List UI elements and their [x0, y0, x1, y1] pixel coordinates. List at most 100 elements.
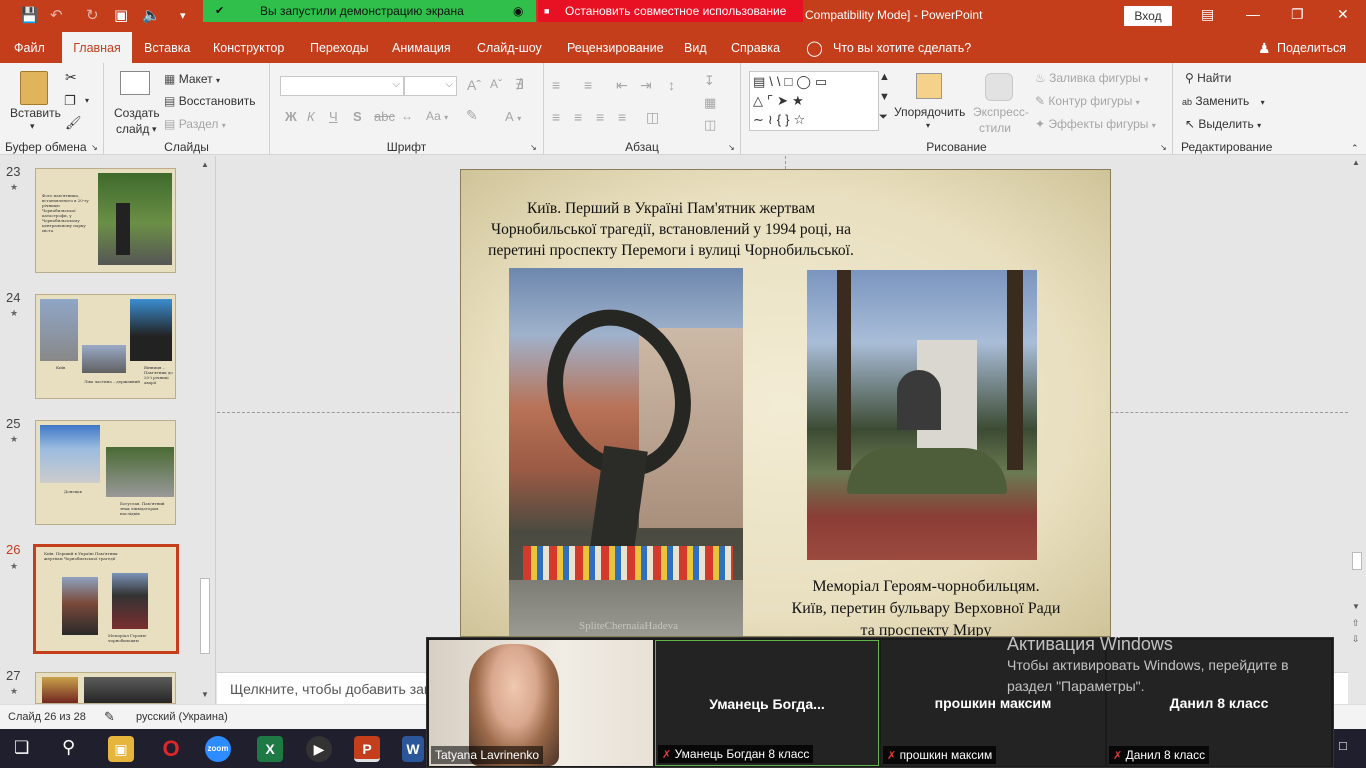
arrange-icon[interactable] — [916, 73, 942, 99]
bold-button[interactable]: Ж — [285, 109, 297, 124]
font-launcher-icon[interactable]: ↘ — [530, 143, 537, 152]
excel-icon[interactable]: X — [257, 736, 283, 762]
shapes-gallery[interactable]: ▤\\□◯▭ △⌜➤★ ∼≀{}☆ — [749, 71, 879, 131]
tab-animations[interactable]: Анимация — [392, 32, 451, 63]
slide-thumbnail-23[interactable]: Фото пам'ятника, встановленого в 20-ту р… — [35, 168, 176, 273]
restore-icon[interactable]: ❐ — [1291, 6, 1304, 23]
line-spacing-icon[interactable]: ↕ — [668, 77, 675, 93]
font-size-combo[interactable]: ⌵ — [404, 76, 457, 96]
powerpoint-icon[interactable]: P — [354, 736, 380, 762]
new-slide-label[interactable]: слайд — [116, 122, 149, 136]
section-button[interactable]: ▤ Раздел ▾ — [164, 117, 226, 131]
ribbon-display-icon[interactable]: ▤ — [1201, 6, 1214, 23]
tell-me-search[interactable]: Что вы хотите сделать? — [833, 32, 971, 63]
change-case-button[interactable]: Аа ▾ — [426, 109, 448, 123]
tab-design[interactable]: Конструктор — [213, 32, 284, 63]
tab-transitions[interactable]: Переходы — [310, 32, 369, 63]
paste-button[interactable]: Вставить — [10, 106, 61, 120]
cut-icon[interactable]: ✂ — [65, 69, 77, 86]
tab-review[interactable]: Рецензирование — [567, 32, 664, 63]
language-indicator[interactable]: русский (Украина) — [136, 711, 228, 723]
spellcheck-icon[interactable]: ✎ — [104, 709, 115, 725]
shape-fill-button[interactable]: ♨ Заливка фигуры ▾ — [1035, 71, 1148, 85]
arrange-button[interactable]: Упорядочить — [894, 105, 965, 119]
underline-button[interactable]: Ч — [329, 109, 338, 124]
quick-styles-icon[interactable] — [985, 73, 1013, 101]
shrink-font-icon[interactable]: Aˇ — [490, 77, 502, 91]
new-slide-button[interactable]: Создать — [114, 106, 160, 120]
canvas-scrollbar[interactable]: ▲ ▼ ⇧ ⇩ — [1348, 156, 1366, 702]
justify-icon[interactable]: ≡ — [618, 109, 626, 125]
align-left-icon[interactable]: ≡ — [552, 109, 560, 125]
highlight-icon[interactable]: ✎ — [466, 107, 478, 124]
tab-slideshow[interactable]: Слайд-шоу — [477, 32, 542, 63]
bullets-icon[interactable]: ≡ — [552, 77, 560, 93]
paragraph-launcher-icon[interactable]: ↘ — [728, 143, 735, 152]
clear-format-icon[interactable]: ∄ — [515, 76, 524, 93]
next-slide-icon[interactable]: ⇩ — [1352, 634, 1360, 645]
font-color-button[interactable]: А ▾ — [505, 109, 521, 124]
format-painter-icon[interactable]: 🖌 — [65, 115, 82, 131]
save-icon[interactable]: 💾 — [20, 6, 39, 26]
shapes-scroll-up-icon[interactable]: ▲ — [879, 71, 890, 83]
layout-button[interactable]: ▦ Макет ▾ — [164, 72, 220, 86]
quick-styles-button[interactable]: Экспресс- — [973, 105, 1029, 119]
increase-indent-icon[interactable]: ⇥ — [640, 77, 652, 94]
slide-thumbnail-27[interactable] — [35, 672, 176, 704]
chernobyl-monument-photo[interactable]: SpliteChernaiaHadeva — [509, 268, 743, 636]
prev-slide-icon[interactable]: ⇧ — [1352, 618, 1360, 629]
scroll-down-icon[interactable]: ▼ — [201, 690, 209, 699]
text-direction-icon[interactable]: ↧ — [704, 73, 715, 89]
windows-start-icon[interactable]: ❏ — [14, 738, 29, 758]
tab-help[interactable]: Справка — [731, 32, 780, 63]
slide-thumbnail-24[interactable]: Київ Ліва частина – державний Вінниця – … — [35, 294, 176, 399]
scroll-up-icon[interactable]: ▲ — [1352, 158, 1360, 167]
slide-thumbnail-26-selected[interactable]: Київ. Перший в Україні Пам'ятник жертвам… — [33, 544, 179, 654]
tab-insert[interactable]: Вставка — [144, 32, 190, 63]
new-slide-icon[interactable] — [120, 71, 150, 95]
present-icon[interactable]: ▣ — [114, 6, 128, 26]
scroll-thumb[interactable] — [1352, 552, 1362, 570]
scroll-down-icon[interactable]: ▼ — [1352, 602, 1360, 611]
strikethrough-icon[interactable]: abc — [374, 109, 395, 124]
italic-button[interactable]: К — [307, 109, 315, 124]
close-icon[interactable]: ✕ — [1337, 6, 1349, 23]
shape-outline-button[interactable]: ✎ Контур фигуры ▾ — [1035, 94, 1140, 108]
sign-in-button[interactable]: Вход — [1124, 6, 1172, 26]
zoom-app-icon[interactable]: zoom — [205, 736, 231, 762]
slide-thumbnails-pane[interactable]: 23 ★ Фото пам'ятника, встановленого в 20… — [0, 156, 216, 704]
redo-icon[interactable]: ↻ — [86, 6, 99, 26]
decrease-indent-icon[interactable]: ⇤ — [616, 77, 628, 94]
shapes-more-icon[interactable]: ⏷ — [879, 111, 888, 124]
shape-effects-button[interactable]: ✦ Эффекты фигуры ▾ — [1035, 117, 1156, 131]
stop-share-button[interactable]: ■ Остановить совместное использование — [538, 0, 803, 22]
undo-icon[interactable]: ↶ — [50, 6, 63, 26]
new-slide-dropdown-icon[interactable]: ▾ — [152, 124, 157, 135]
find-button[interactable]: ⚲ Найти — [1185, 71, 1231, 85]
copy-dropdown-icon[interactable]: ▾ — [85, 96, 89, 105]
tab-view[interactable]: Вид — [684, 32, 707, 63]
slide-caption[interactable]: Меморіал Героям-чорнобильцям. Київ, пере… — [761, 576, 1091, 636]
copy-icon[interactable]: ❐ — [64, 93, 76, 109]
replace-button[interactable]: ab Заменить ▾ — [1182, 94, 1265, 108]
shadow-button[interactable]: S — [353, 109, 362, 124]
share-button[interactable]: Поделиться — [1277, 32, 1346, 63]
numbering-icon[interactable]: ≡ — [584, 77, 592, 93]
collapse-ribbon-icon[interactable]: ⌃ — [1351, 143, 1359, 154]
shapes-scroll-down-icon[interactable]: ▼ — [879, 91, 890, 103]
quick-styles-label[interactable]: стили — [979, 121, 1011, 135]
align-right-icon[interactable]: ≡ — [596, 109, 604, 125]
arrange-dropdown-icon[interactable]: ▾ — [926, 121, 930, 130]
slide-title[interactable]: Київ. Перший в Україні Пам'ятник жертвам… — [461, 198, 881, 261]
char-spacing-icon[interactable]: ↔ — [401, 109, 413, 123]
align-center-icon[interactable]: ≡ — [574, 109, 582, 125]
scroll-up-icon[interactable]: ▲ — [201, 160, 209, 169]
speaker-icon[interactable]: 🔈 — [142, 6, 161, 26]
notifications-icon[interactable]: □ — [1339, 738, 1347, 753]
clipboard-launcher-icon[interactable]: ↘ — [91, 143, 98, 152]
tab-file[interactable]: Файл — [14, 32, 45, 63]
tab-home[interactable]: Главная — [62, 32, 132, 63]
self-video-tile[interactable]: Tatyana Lavrinenko — [429, 640, 653, 766]
customize-toolbar-icon[interactable]: ▾ — [180, 6, 186, 26]
word-icon[interactable]: W — [402, 736, 424, 762]
